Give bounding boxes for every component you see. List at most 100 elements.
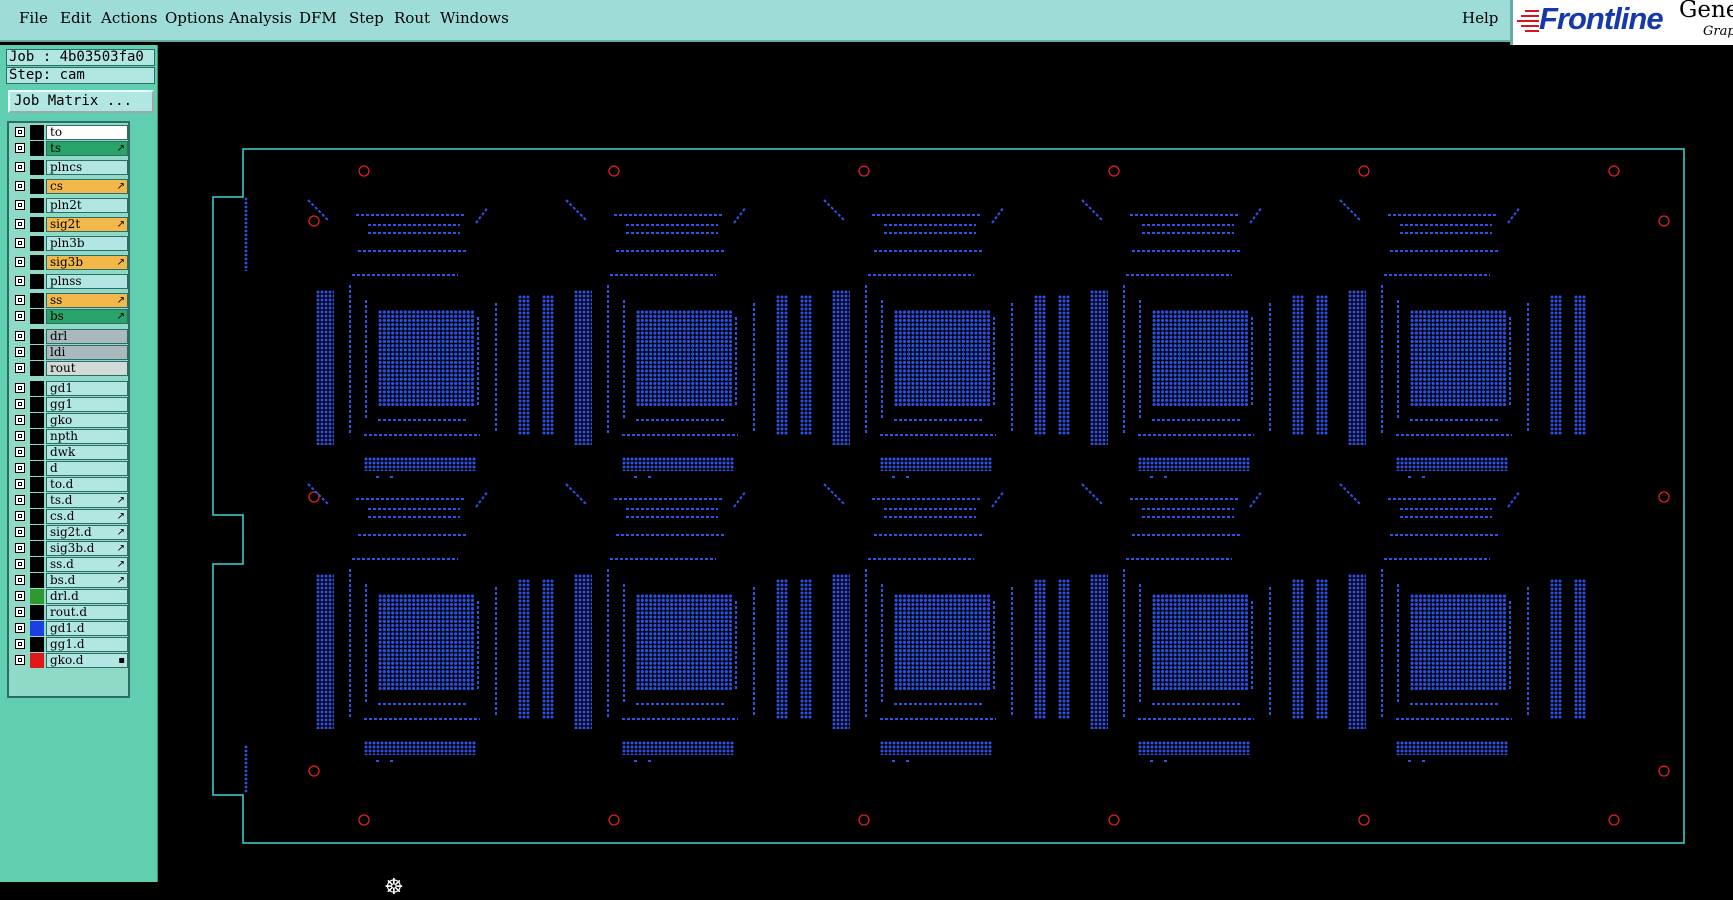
layer-color-swatch[interactable] — [30, 429, 44, 444]
layer-row-drl[interactable]: drl — [11, 329, 128, 344]
layer-row-sig2t-d[interactable]: sig2t.d ↗ — [11, 525, 128, 540]
layer-name[interactable]: bs.d ↗ — [46, 573, 128, 588]
layer-name[interactable]: gd1 — [46, 381, 128, 396]
layer-color-swatch[interactable] — [30, 573, 44, 588]
layer-color-swatch[interactable] — [30, 293, 44, 308]
layer-row-drl-d[interactable]: drl.d — [11, 589, 128, 604]
layer-name[interactable]: sig2t ↗ — [46, 217, 128, 232]
layer-checkbox[interactable] — [15, 347, 25, 357]
layer-checkbox[interactable] — [15, 162, 25, 172]
layer-name[interactable]: gd1.d — [46, 621, 128, 636]
menu-edit[interactable]: Edit — [60, 9, 91, 27]
layer-row-plnss[interactable]: plnss — [11, 274, 128, 289]
layer-checkbox[interactable] — [15, 543, 25, 553]
layer-checkbox[interactable] — [15, 527, 25, 537]
layer-row-gg1-d[interactable]: gg1.d — [11, 637, 128, 652]
layer-color-swatch[interactable] — [30, 397, 44, 412]
layer-name[interactable]: ts ↗ — [46, 141, 128, 156]
layer-row-cs-d[interactable]: cs.d ↗ — [11, 509, 128, 524]
layer-checkbox[interactable] — [15, 363, 25, 373]
layer-row-to-d[interactable]: to.d — [11, 477, 128, 492]
layer-color-swatch[interactable] — [30, 274, 44, 289]
layer-name[interactable]: dwk — [46, 445, 128, 460]
layer-checkbox[interactable] — [15, 200, 25, 210]
layer-name[interactable]: to — [46, 125, 128, 140]
menu-actions[interactable]: Actions — [101, 9, 157, 27]
layer-name[interactable]: npth — [46, 429, 128, 444]
layer-checkbox[interactable] — [15, 463, 25, 473]
layer-row-bs-d[interactable]: bs.d ↗ — [11, 573, 128, 588]
layer-name[interactable]: bs ↗ — [46, 309, 128, 324]
layer-name[interactable]: cs.d ↗ — [46, 509, 128, 524]
layer-color-swatch[interactable] — [30, 345, 44, 360]
layer-checkbox[interactable] — [15, 431, 25, 441]
layer-checkbox[interactable] — [15, 331, 25, 341]
layer-checkbox[interactable] — [15, 559, 25, 569]
layer-name[interactable]: drl.d — [46, 589, 128, 604]
layer-checkbox[interactable] — [15, 127, 25, 137]
layer-row-ss-d[interactable]: ss.d ↗ — [11, 557, 128, 572]
layer-color-swatch[interactable] — [30, 461, 44, 476]
layer-name[interactable]: gg1.d — [46, 637, 128, 652]
layer-checkbox[interactable] — [15, 655, 25, 665]
job-matrix-button[interactable]: Job Matrix ... — [8, 90, 154, 113]
layer-checkbox[interactable] — [15, 276, 25, 286]
menu-rout[interactable]: Rout — [394, 9, 430, 27]
layer-color-swatch[interactable] — [30, 309, 44, 324]
layer-name[interactable]: to.d — [46, 477, 128, 492]
menu-analysis[interactable]: Analysis — [229, 9, 292, 27]
layer-color-swatch[interactable] — [30, 493, 44, 508]
layer-row-ldi[interactable]: ldi — [11, 345, 128, 360]
layer-checkbox[interactable] — [15, 415, 25, 425]
layer-name[interactable]: rout — [46, 361, 128, 376]
layer-checkbox[interactable] — [15, 143, 25, 153]
layer-color-swatch[interactable] — [30, 653, 44, 668]
layer-name[interactable]: drl — [46, 329, 128, 344]
layer-color-swatch[interactable] — [30, 217, 44, 232]
layer-checkbox[interactable] — [15, 495, 25, 505]
layer-name[interactable]: gko.d ▪ — [46, 653, 128, 668]
menu-help[interactable]: Help — [1462, 9, 1498, 27]
layer-row-rout[interactable]: rout — [11, 361, 128, 376]
layer-row-ts[interactable]: ts ↗ — [11, 141, 128, 156]
layer-checkbox[interactable] — [15, 447, 25, 457]
layer-color-swatch[interactable] — [30, 329, 44, 344]
layer-checkbox[interactable] — [15, 295, 25, 305]
layer-row-d[interactable]: d — [11, 461, 128, 476]
layer-row-plncs[interactable]: plncs — [11, 160, 128, 175]
layer-name[interactable]: plnss — [46, 274, 128, 289]
layer-name[interactable]: rout.d — [46, 605, 128, 620]
layer-name[interactable]: ldi — [46, 345, 128, 360]
layer-row-pln2t[interactable]: pln2t — [11, 198, 128, 213]
layer-row-dwk[interactable]: dwk — [11, 445, 128, 460]
layer-name[interactable]: sig3b ↗ — [46, 255, 128, 270]
layer-color-swatch[interactable] — [30, 179, 44, 194]
layer-name[interactable]: pln2t — [46, 198, 128, 213]
layer-checkbox[interactable] — [15, 639, 25, 649]
menu-file[interactable]: File — [19, 9, 48, 27]
layer-checkbox[interactable] — [15, 575, 25, 585]
layer-row-to[interactable]: to — [11, 125, 128, 140]
layer-name[interactable]: plncs — [46, 160, 128, 175]
layer-name[interactable]: sig2t.d ↗ — [46, 525, 128, 540]
layer-color-swatch[interactable] — [30, 525, 44, 540]
layer-color-swatch[interactable] — [30, 557, 44, 572]
layer-row-gd1[interactable]: gd1 — [11, 381, 128, 396]
layer-color-swatch[interactable] — [30, 160, 44, 175]
layer-color-swatch[interactable] — [30, 255, 44, 270]
layer-row-gko-d[interactable]: gko.d ▪ — [11, 653, 128, 668]
layer-color-swatch[interactable] — [30, 236, 44, 251]
layer-checkbox[interactable] — [15, 511, 25, 521]
layer-name[interactable]: cs ↗ — [46, 179, 128, 194]
layer-name[interactable]: gg1 — [46, 397, 128, 412]
layer-color-swatch[interactable] — [30, 125, 44, 140]
layer-checkbox[interactable] — [15, 623, 25, 633]
layer-checkbox[interactable] — [15, 479, 25, 489]
layer-row-ss[interactable]: ss ↗ — [11, 293, 128, 308]
layer-checkbox[interactable] — [15, 219, 25, 229]
layer-color-swatch[interactable] — [30, 605, 44, 620]
layer-row-gd1-d[interactable]: gd1.d — [11, 621, 128, 636]
layer-color-swatch[interactable] — [30, 589, 44, 604]
layer-color-swatch[interactable] — [30, 621, 44, 636]
layer-row-rout-d[interactable]: rout.d — [11, 605, 128, 620]
